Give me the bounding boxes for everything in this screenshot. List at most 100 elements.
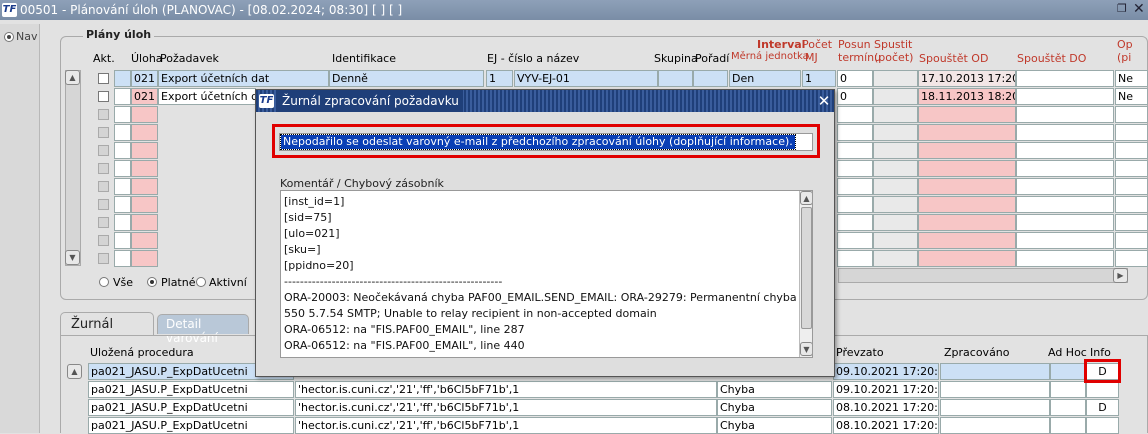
comment-scroll-up-icon[interactable]: ▲ <box>800 191 812 205</box>
row2-pozadavek[interactable]: Export účetních dat <box>158 88 256 105</box>
row1-do[interactable] <box>1016 70 1114 87</box>
empty-row-cell[interactable] <box>918 214 1016 231</box>
empty-row-cell[interactable] <box>1115 124 1148 141</box>
zr2-procedura[interactable]: pa021_JASU.P_ExpDatUcetni <box>88 381 294 398</box>
empty-row-cell[interactable] <box>873 196 918 213</box>
empty-row-cell[interactable] <box>1115 178 1148 195</box>
empty-row-cell[interactable] <box>1115 196 1148 213</box>
row1-uloha[interactable]: 021 <box>131 70 158 87</box>
row1-od[interactable]: 17.10.2013 17:20 <box>918 70 1016 87</box>
zr3-params[interactable]: 'hector.is.cuni.cz','21','ff','b6Cl5bF71… <box>295 399 717 416</box>
row1-poradi[interactable] <box>693 70 728 87</box>
empty-row-cell[interactable] <box>114 214 131 231</box>
empty-row-cell[interactable] <box>131 214 158 231</box>
empty-row-cell[interactable] <box>918 142 1016 159</box>
zr4-info[interactable] <box>1086 417 1119 434</box>
zr1-zpracovano[interactable] <box>940 363 1050 380</box>
scroll-right-icon[interactable]: ▶ <box>1113 268 1128 283</box>
row1-pozadavek[interactable]: Export účetních dat <box>158 70 329 87</box>
zurnal-scroll-up-icon[interactable]: ▲ <box>67 364 82 379</box>
zr1-prevzato[interactable]: 09.10.2021 17:20:05 <box>833 363 939 380</box>
empty-row-checkbox[interactable] <box>98 109 109 120</box>
empty-row-checkbox[interactable] <box>98 127 109 138</box>
close-icon[interactable]: ✕ <box>1133 1 1147 17</box>
row1-pocet[interactable]: 1 <box>802 70 836 87</box>
scroll-up-icon[interactable]: ▲ <box>65 70 80 85</box>
empty-row-cell[interactable] <box>873 214 918 231</box>
row2-akt-checkbox[interactable] <box>98 91 109 102</box>
empty-row-checkbox[interactable] <box>98 217 109 228</box>
row1-spustit[interactable] <box>873 70 918 87</box>
comment-textarea[interactable]: [inst_id=1] [sid=75] [ulo=021] [sku=] [ppidn… <box>280 190 813 358</box>
comment-scroll-thumb[interactable] <box>801 207 812 329</box>
empty-row-cell[interactable] <box>114 106 131 123</box>
nav-radio[interactable] <box>4 32 14 42</box>
empty-row-cell[interactable] <box>837 250 873 267</box>
row2-posun[interactable]: 0 <box>837 88 873 105</box>
empty-row-checkbox[interactable] <box>98 163 109 174</box>
zr2-adhoc[interactable] <box>1050 381 1086 398</box>
row1-op[interactable]: Ne <box>1115 70 1148 87</box>
filter-platne-radio[interactable] <box>147 277 157 287</box>
empty-row-checkbox[interactable] <box>98 253 109 264</box>
empty-row-cell[interactable] <box>837 160 873 177</box>
zr3-info[interactable]: D <box>1086 399 1119 416</box>
zr2-params[interactable]: 'hector.is.cuni.cz','21','ff','b6Cl5bF71… <box>295 381 717 398</box>
empty-row-cell[interactable] <box>1115 142 1148 159</box>
empty-row-cell[interactable] <box>131 232 158 249</box>
zr3-adhoc[interactable] <box>1050 399 1086 416</box>
empty-row-cell[interactable] <box>837 232 873 249</box>
zr2-prevzato[interactable]: 09.10.2021 17:20:02 <box>833 381 939 398</box>
row2-od[interactable]: 18.11.2013 18:20 <box>918 88 1016 105</box>
empty-row-cell[interactable] <box>837 106 873 123</box>
message-field[interactable]: Nepodařilo se odeslat varovný e-mail z p… <box>279 133 813 151</box>
zr1-adhoc[interactable] <box>1050 363 1086 380</box>
empty-row-cell[interactable] <box>131 250 158 267</box>
empty-row-cell[interactable] <box>1016 196 1114 213</box>
empty-row-cell[interactable] <box>918 196 1016 213</box>
zr2-info[interactable] <box>1086 381 1119 398</box>
tab-zurnal[interactable]: Žurnál <box>60 312 154 336</box>
row1-posun[interactable]: 0 <box>837 70 873 87</box>
row2-spustit[interactable] <box>873 88 918 105</box>
empty-row-cell[interactable] <box>873 142 918 159</box>
zr3-procedura[interactable]: pa021_JASU.P_ExpDatUcetni <box>88 399 294 416</box>
empty-row-cell[interactable] <box>873 178 918 195</box>
empty-row-cell[interactable] <box>1016 178 1114 195</box>
empty-row-cell[interactable] <box>918 124 1016 141</box>
empty-row-cell[interactable] <box>131 124 158 141</box>
empty-row-cell[interactable] <box>873 160 918 177</box>
empty-row-cell[interactable] <box>1016 106 1114 123</box>
empty-row-cell[interactable] <box>1016 214 1114 231</box>
filter-vse-radio[interactable] <box>99 277 109 287</box>
filter-aktivni-radio[interactable] <box>196 277 206 287</box>
scroll-down-icon[interactable]: ▼ <box>65 250 80 265</box>
row1-ej-name[interactable]: VYV-EJ-01 <box>514 70 658 87</box>
empty-row-cell[interactable] <box>918 232 1016 249</box>
empty-row-checkbox[interactable] <box>98 145 109 156</box>
empty-row-checkbox[interactable] <box>98 181 109 192</box>
empty-row-cell[interactable] <box>131 160 158 177</box>
empty-row-cell[interactable] <box>131 106 158 123</box>
empty-row-cell[interactable] <box>1016 160 1114 177</box>
row1-akt-checkbox[interactable] <box>98 73 109 84</box>
empty-row-cell[interactable] <box>873 250 918 267</box>
empty-row-cell[interactable] <box>114 124 131 141</box>
zr2-zpracovano[interactable] <box>940 381 1050 398</box>
empty-row-cell[interactable] <box>1115 232 1148 249</box>
empty-row-cell[interactable] <box>1016 142 1114 159</box>
zr4-prevzato[interactable]: 08.10.2021 17:20:02 <box>833 417 939 434</box>
empty-row-cell[interactable] <box>873 124 918 141</box>
empty-row-cell[interactable] <box>837 196 873 213</box>
zr4-stav[interactable]: Chyba <box>717 417 832 434</box>
empty-row-cell[interactable] <box>918 178 1016 195</box>
empty-row-cell[interactable] <box>1016 124 1114 141</box>
empty-row-cell[interactable] <box>918 250 1016 267</box>
row1-identifikace[interactable]: Denně <box>329 70 484 87</box>
empty-row-cell[interactable] <box>1115 250 1148 267</box>
empty-row-cell[interactable] <box>1016 232 1114 249</box>
empty-row-cell[interactable] <box>1115 160 1148 177</box>
empty-row-cell[interactable] <box>131 178 158 195</box>
empty-row-cell[interactable] <box>837 124 873 141</box>
empty-row-cell[interactable] <box>918 106 1016 123</box>
